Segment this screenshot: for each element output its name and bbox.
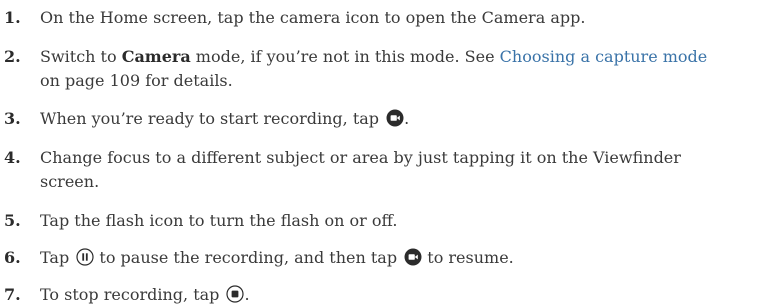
step-6: 6. Tap to pause the recording, and then … — [0, 246, 758, 270]
step-text: Tap to pause the recording, and then tap… — [40, 248, 514, 267]
step-7: 7. To stop recording, tap . — [0, 283, 758, 307]
step-5: 5. Tap the flash icon to turn the flash … — [0, 209, 758, 233]
stop-icon — [226, 285, 245, 303]
capture-mode-link[interactable]: Choosing a capture mode — [500, 47, 708, 66]
step-number: 1. — [4, 8, 21, 27]
step-number: 6. — [4, 248, 21, 267]
step-number: 3. — [4, 109, 21, 128]
step-number: 4. — [4, 148, 21, 167]
step-3: 3. When you’re ready to start recording,… — [0, 107, 758, 131]
step-number: 5. — [4, 211, 21, 230]
step-number: 7. — [4, 285, 21, 304]
step-text: To stop recording, tap . — [40, 285, 250, 304]
mode-name: Camera — [121, 47, 191, 66]
step-4: 4. Change focus to a different subject o… — [0, 146, 758, 194]
record-video-icon — [404, 248, 422, 266]
step-text: When you’re ready to start recording, ta… — [40, 109, 410, 128]
record-video-icon — [386, 109, 404, 127]
pause-icon — [76, 248, 94, 266]
step-2: 2. Switch to Camera mode, if you’re not … — [0, 45, 758, 93]
step-number: 2. — [4, 47, 21, 66]
step-1: 1. On the Home screen, tap the camera ic… — [0, 6, 758, 30]
step-text: Change focus to a different subject or a… — [40, 148, 681, 191]
step-text: On the Home screen, tap the camera icon … — [40, 8, 586, 27]
step-text: Switch to Camera mode, if you’re not in … — [40, 47, 708, 90]
step-text: Tap the flash icon to turn the flash on … — [40, 211, 398, 230]
